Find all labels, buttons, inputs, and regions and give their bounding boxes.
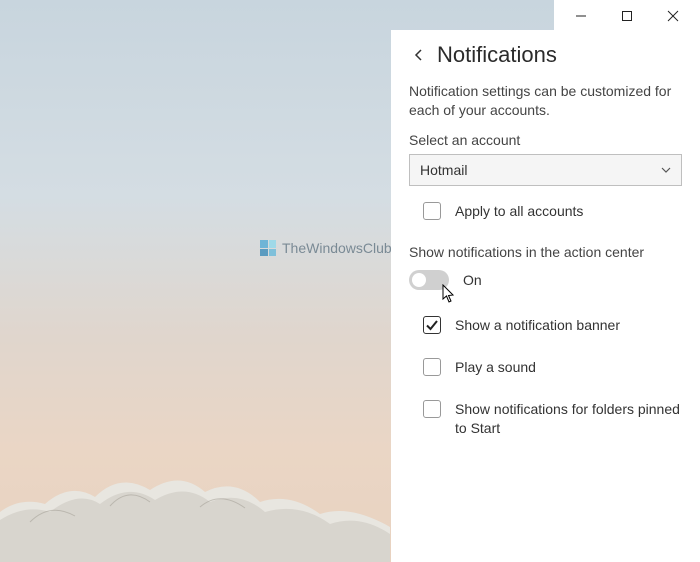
select-account-label: Select an account xyxy=(409,132,682,148)
maximize-icon xyxy=(621,10,633,22)
apply-all-checkbox[interactable] xyxy=(423,202,441,220)
apply-all-label: Apply to all accounts xyxy=(455,202,583,220)
action-center-toggle[interactable] xyxy=(409,270,449,290)
maximize-button[interactable] xyxy=(604,0,650,32)
apply-all-row: Apply to all accounts xyxy=(409,202,682,220)
watermark: TheWindowsClub xyxy=(260,240,392,256)
description-text: Notification settings can be customized … xyxy=(409,82,682,120)
account-select[interactable]: Hotmail xyxy=(409,154,682,186)
toggle-knob xyxy=(412,273,426,287)
back-button[interactable] xyxy=(409,45,429,65)
header-row: Notifications xyxy=(409,42,682,68)
minimize-button[interactable] xyxy=(558,0,604,32)
banner-checkbox[interactable] xyxy=(423,316,441,334)
chevron-left-icon xyxy=(412,48,426,62)
sound-checkbox[interactable] xyxy=(423,358,441,376)
watermark-text: TheWindowsClub xyxy=(282,240,392,256)
toggle-state-text: On xyxy=(463,271,482,289)
chevron-down-icon xyxy=(661,165,671,175)
folders-checkbox[interactable] xyxy=(423,400,441,418)
check-icon xyxy=(425,318,439,332)
folders-label: Show notifications for folders pinned to… xyxy=(455,400,682,436)
banner-row: Show a notification banner xyxy=(409,316,682,334)
account-select-value: Hotmail xyxy=(420,162,467,178)
close-button[interactable] xyxy=(650,0,696,32)
folders-row: Show notifications for folders pinned to… xyxy=(409,400,682,436)
window-titlebar xyxy=(554,0,700,32)
mountain-illustration xyxy=(0,442,390,562)
minimize-icon xyxy=(575,10,587,22)
close-icon xyxy=(667,10,679,22)
sound-row: Play a sound xyxy=(409,358,682,376)
page-title: Notifications xyxy=(437,42,557,68)
banner-label: Show a notification banner xyxy=(455,316,620,334)
action-center-toggle-row: On xyxy=(409,270,682,290)
settings-panel: Notifications Notification settings can … xyxy=(391,30,700,562)
sound-label: Play a sound xyxy=(455,358,536,376)
watermark-logo-icon xyxy=(260,240,276,256)
action-center-label: Show notifications in the action center xyxy=(409,244,682,260)
